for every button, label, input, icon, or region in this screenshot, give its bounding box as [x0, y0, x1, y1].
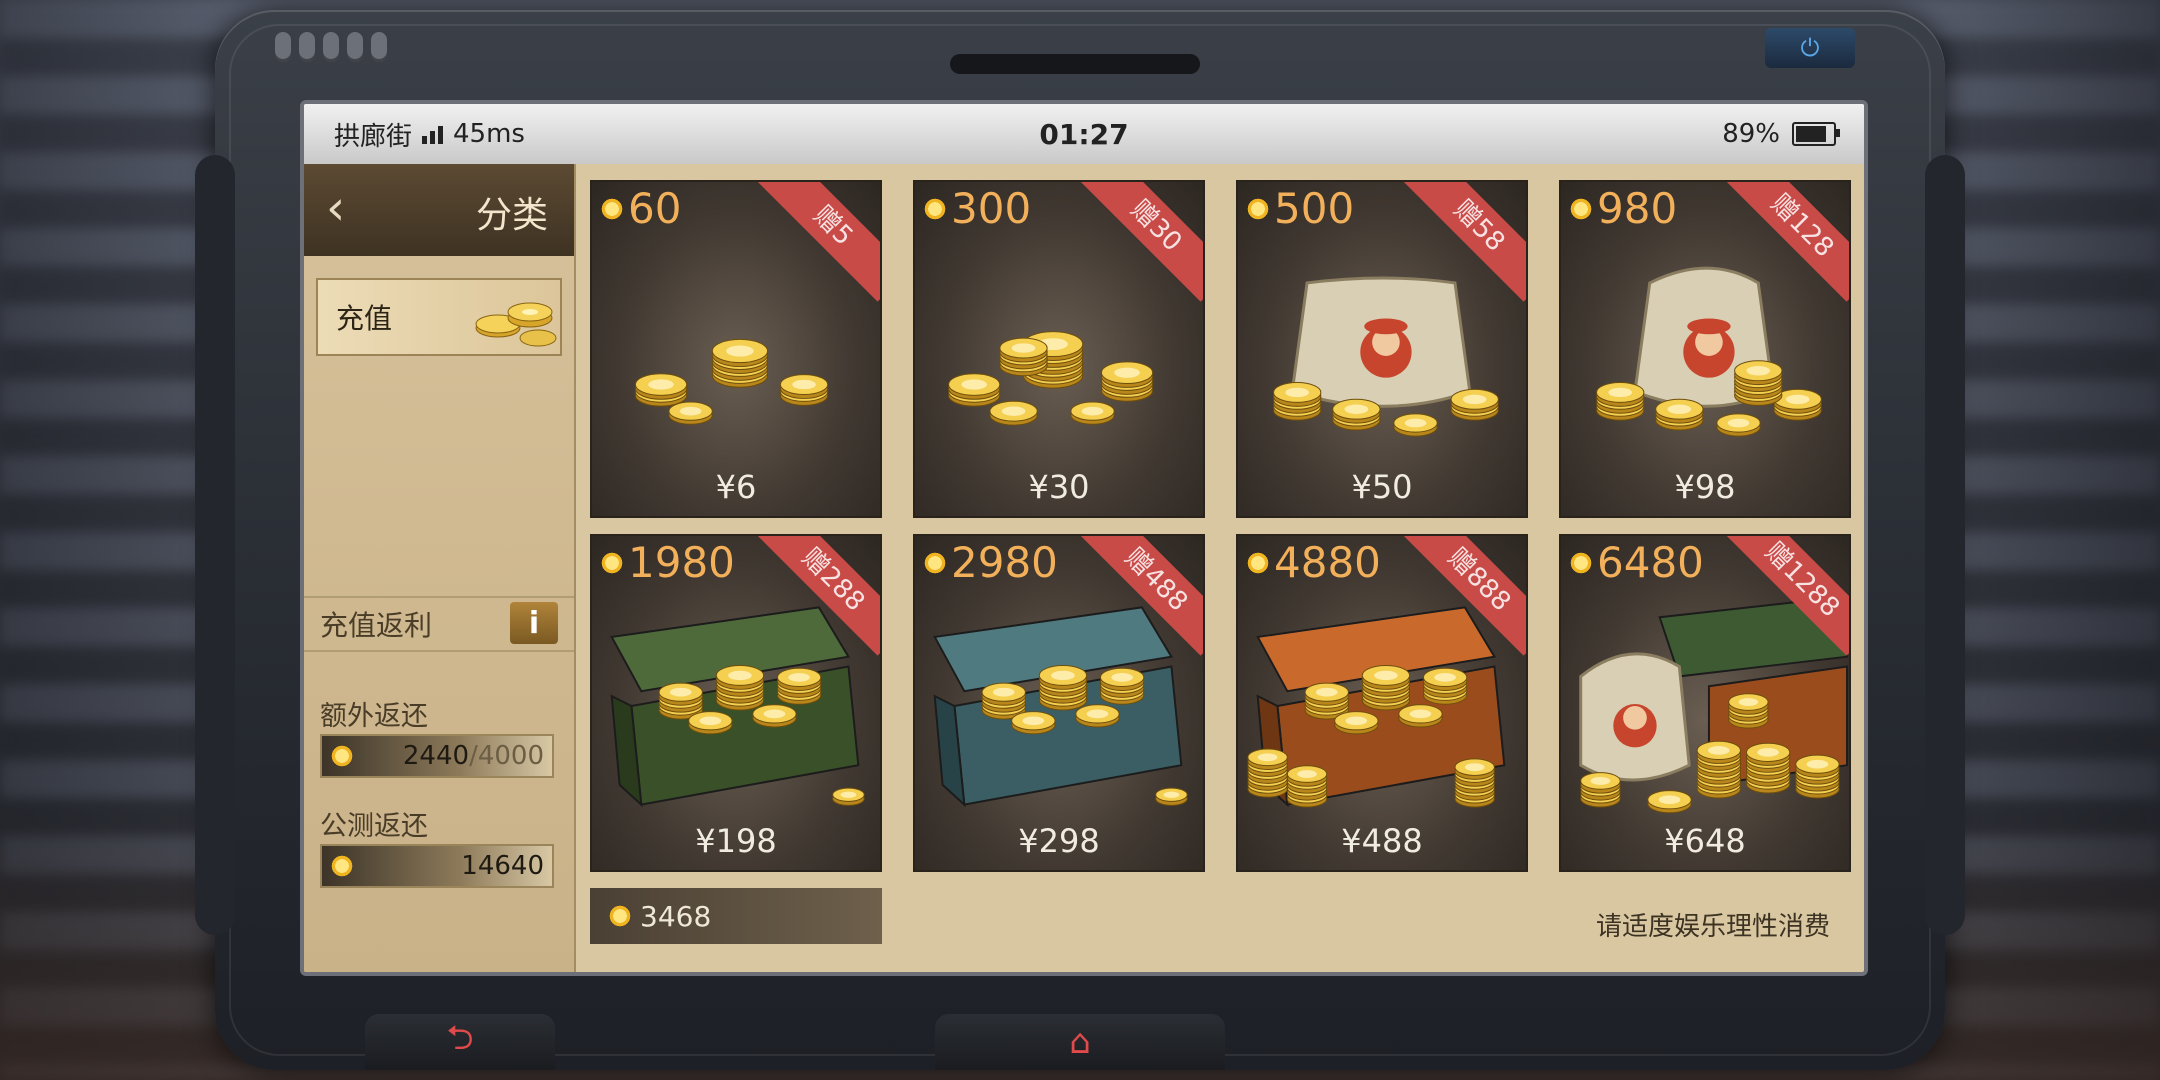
info-button[interactable]: i — [510, 602, 558, 644]
product-amount: 6480 — [1569, 538, 1704, 587]
sun-coin-icon — [608, 904, 632, 928]
product-card[interactable]: 2980 赠488 ¥298 — [913, 534, 1205, 872]
status-bar: 01:27 拱廊街 45ms 89% — [304, 104, 1864, 164]
side-grip-left — [195, 155, 235, 935]
sun-coin-icon — [1246, 550, 1270, 575]
product-art-mega-pile — [1579, 596, 1849, 814]
product-art-teal-crate — [933, 606, 1188, 808]
balance-value: 3468 — [640, 899, 712, 933]
product-amount: 2980 — [923, 538, 1058, 587]
product-card[interactable]: 60 赠5 ¥6 — [590, 180, 882, 518]
product-art-coins — [948, 331, 1154, 426]
beta-rebate-label: 公测返还 — [320, 811, 428, 842]
sun-coin-icon — [600, 550, 624, 575]
product-grid: 60 赠5 ¥6 300 赠30 ¥30 500 赠58 ¥50 980 赠128 ¥98 198… — [590, 180, 1852, 872]
product-price: ¥198 — [695, 822, 777, 860]
product-price: ¥298 — [1018, 822, 1100, 860]
extra-rebate-value: 2440/4000 — [402, 741, 544, 771]
sun-coin-icon — [1246, 196, 1270, 221]
sun-coin-icon — [330, 744, 354, 768]
rebate-title: 充值返利 — [320, 609, 433, 642]
product-art-bag — [1273, 276, 1499, 437]
product-price: ¥30 — [1028, 468, 1090, 506]
product-amount: 300 — [923, 184, 1031, 233]
product-price: ¥6 — [715, 468, 757, 506]
product-card[interactable]: 300 赠30 ¥30 — [913, 180, 1205, 518]
grip-dots — [275, 32, 387, 62]
product-price: ¥488 — [1341, 822, 1423, 860]
sun-coin-icon — [923, 550, 947, 575]
battery-icon — [1792, 122, 1840, 146]
sidebar-header: ‹ 分类 — [304, 164, 574, 256]
product-art-small-coins — [634, 338, 829, 425]
product-art-green-crate — [610, 606, 865, 808]
product-amount: 980 — [1569, 184, 1677, 233]
shop-screen: 01:27 拱廊街 45ms 89% ‹ 分类 充值 充值返利 i 额外返还 2… — [300, 100, 1868, 976]
rebate-header: 充值返利 i — [304, 596, 574, 652]
product-price: ¥648 — [1664, 822, 1746, 860]
sun-coin-icon — [1569, 196, 1593, 221]
home-icon: ⌂ — [1069, 1022, 1091, 1062]
signal-icon — [422, 124, 444, 144]
sidebar-title: 分类 — [475, 195, 548, 236]
product-card[interactable]: 500 赠58 ¥50 — [1236, 180, 1528, 518]
sidebar-item-label: 充值 — [336, 302, 393, 335]
product-card[interactable]: 6480 赠1288 ¥648 — [1559, 534, 1851, 872]
beta-rebate-box: 14640 — [320, 844, 554, 888]
coin-stack-icon — [475, 302, 557, 347]
product-price: ¥98 — [1674, 468, 1736, 506]
power-icon[interactable]: ⏻ — [1765, 28, 1855, 68]
sun-coin-icon — [923, 196, 947, 221]
home-button[interactable]: ⌂ — [935, 1014, 1225, 1070]
product-amount: 1980 — [600, 538, 735, 587]
product-card[interactable]: 1980 赠288 ¥198 — [590, 534, 882, 872]
currency-balance: 3468 — [590, 888, 882, 944]
location-label: 拱廊街 — [334, 121, 413, 152]
product-amount: 500 — [1246, 184, 1354, 233]
sidebar-item-recharge[interactable]: 充值 — [316, 278, 562, 356]
return-arrow-icon: ⮌ — [446, 1017, 474, 1058]
product-art-orange-crate — [1247, 606, 1506, 808]
product-art-bag-large — [1596, 266, 1822, 437]
sun-coin-icon — [330, 854, 354, 878]
extra-rebate-box: 2440/4000 — [320, 734, 554, 778]
battery-percent: 89% — [1722, 119, 1780, 149]
product-card[interactable]: 4880 赠888 ¥488 — [1236, 534, 1528, 872]
sun-coin-icon — [600, 196, 624, 221]
product-card[interactable]: 980 赠128 ¥98 — [1559, 180, 1851, 518]
sun-coin-icon — [1569, 550, 1593, 575]
product-amount: 4880 — [1246, 538, 1381, 587]
ping-label: 45ms — [453, 119, 525, 149]
side-grip-right — [1925, 155, 1965, 935]
speaker-grille — [950, 54, 1200, 74]
chevron-left-icon[interactable]: ‹ — [326, 180, 345, 236]
product-price: ¥50 — [1351, 468, 1413, 506]
product-amount: 60 — [600, 184, 681, 233]
category-sidebar: ‹ 分类 充值 充值返利 i 额外返还 2440/4000 公测返还 14640 — [304, 164, 576, 972]
beta-rebate-value: 14640 — [461, 851, 544, 881]
extra-rebate-label: 额外返还 — [320, 701, 428, 732]
clock: 01:27 — [1039, 117, 1129, 151]
spending-notice: 请适度娱乐理性消费 — [1595, 912, 1830, 942]
return-button[interactable]: ⮌ — [365, 1014, 555, 1070]
